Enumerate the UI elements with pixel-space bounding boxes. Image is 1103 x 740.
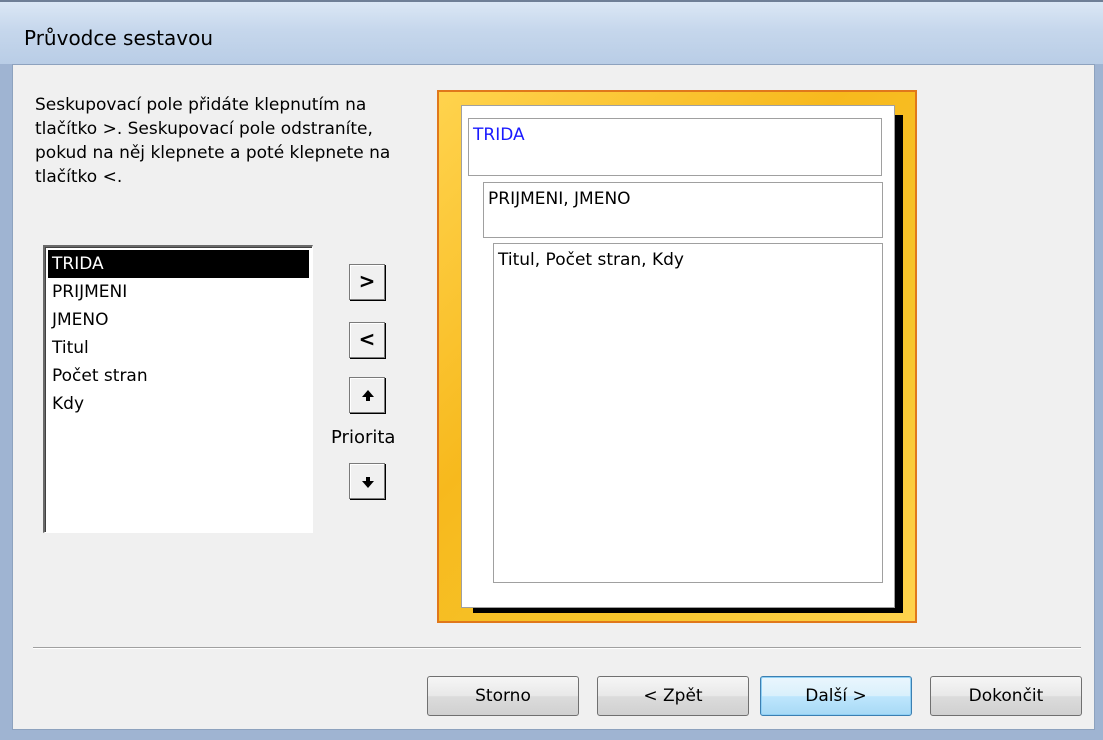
back-button-label: < Zpět — [643, 686, 703, 706]
arrow-up-icon — [362, 390, 374, 401]
title-bar[interactable]: Průvodce sestavou — [0, 0, 1103, 64]
field-list-item[interactable]: Titul — [48, 334, 309, 362]
detail-fields: Titul, Počet stran, Kdy — [493, 243, 883, 583]
field-list-item[interactable]: JMENO — [48, 306, 309, 334]
next-button-label: Další > — [805, 686, 867, 706]
back-button[interactable]: < Zpět — [597, 676, 749, 716]
remove-group-button[interactable]: < — [349, 322, 385, 358]
finish-button-label: Dokončit — [968, 686, 1044, 706]
field-list-item[interactable]: Kdy — [48, 390, 309, 418]
field-list[interactable]: TRIDA PRIJMENI JMENO Titul Počet stran K… — [43, 245, 313, 533]
grouping-preview: TRIDA PRIJMENI, JMENO Titul, Počet stran… — [437, 90, 917, 623]
wizard-window: Průvodce sestavou Seskupovací pole přidá… — [0, 0, 1103, 740]
cancel-button[interactable]: Storno — [427, 676, 579, 716]
field-list-item[interactable]: PRIJMENI — [48, 278, 309, 306]
field-list-item[interactable]: Počet stran — [48, 362, 309, 390]
add-group-button[interactable]: > — [349, 264, 385, 300]
priority-label: Priorita — [331, 427, 396, 448]
group-level-1: TRIDA — [468, 118, 882, 176]
separator — [33, 647, 1081, 649]
preview-page: TRIDA PRIJMENI, JMENO Titul, Počet stran… — [461, 105, 895, 608]
next-button[interactable]: Další > — [760, 676, 912, 716]
arrow-down-icon — [362, 477, 374, 488]
dialog-body: Seskupovací pole přidáte klepnutím na tl… — [12, 64, 1095, 730]
field-list-item[interactable]: TRIDA — [48, 250, 309, 278]
priority-down-button[interactable] — [349, 463, 385, 499]
group-level-2: PRIJMENI, JMENO — [483, 182, 883, 238]
finish-button[interactable]: Dokončit — [930, 676, 1082, 716]
window-title: Průvodce sestavou — [24, 26, 214, 50]
priority-up-button[interactable] — [349, 377, 385, 413]
instructions-text: Seskupovací pole přidáte klepnutím na tl… — [35, 95, 391, 187]
